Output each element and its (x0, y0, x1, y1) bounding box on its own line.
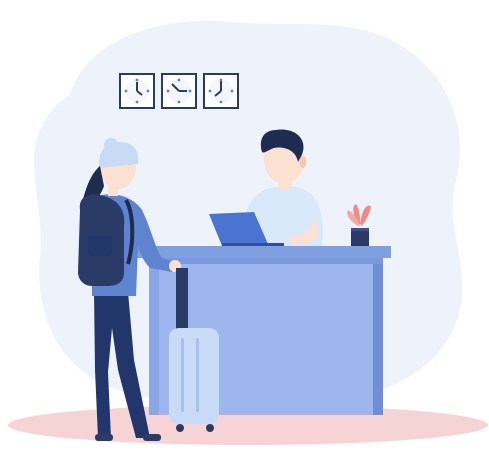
clock-icon (119, 73, 155, 109)
reception-svg (8, 20, 488, 445)
wall-clocks (119, 73, 239, 109)
reception-illustration (0, 0, 489, 452)
clock-icon (203, 73, 239, 109)
clock-icon (161, 73, 197, 109)
